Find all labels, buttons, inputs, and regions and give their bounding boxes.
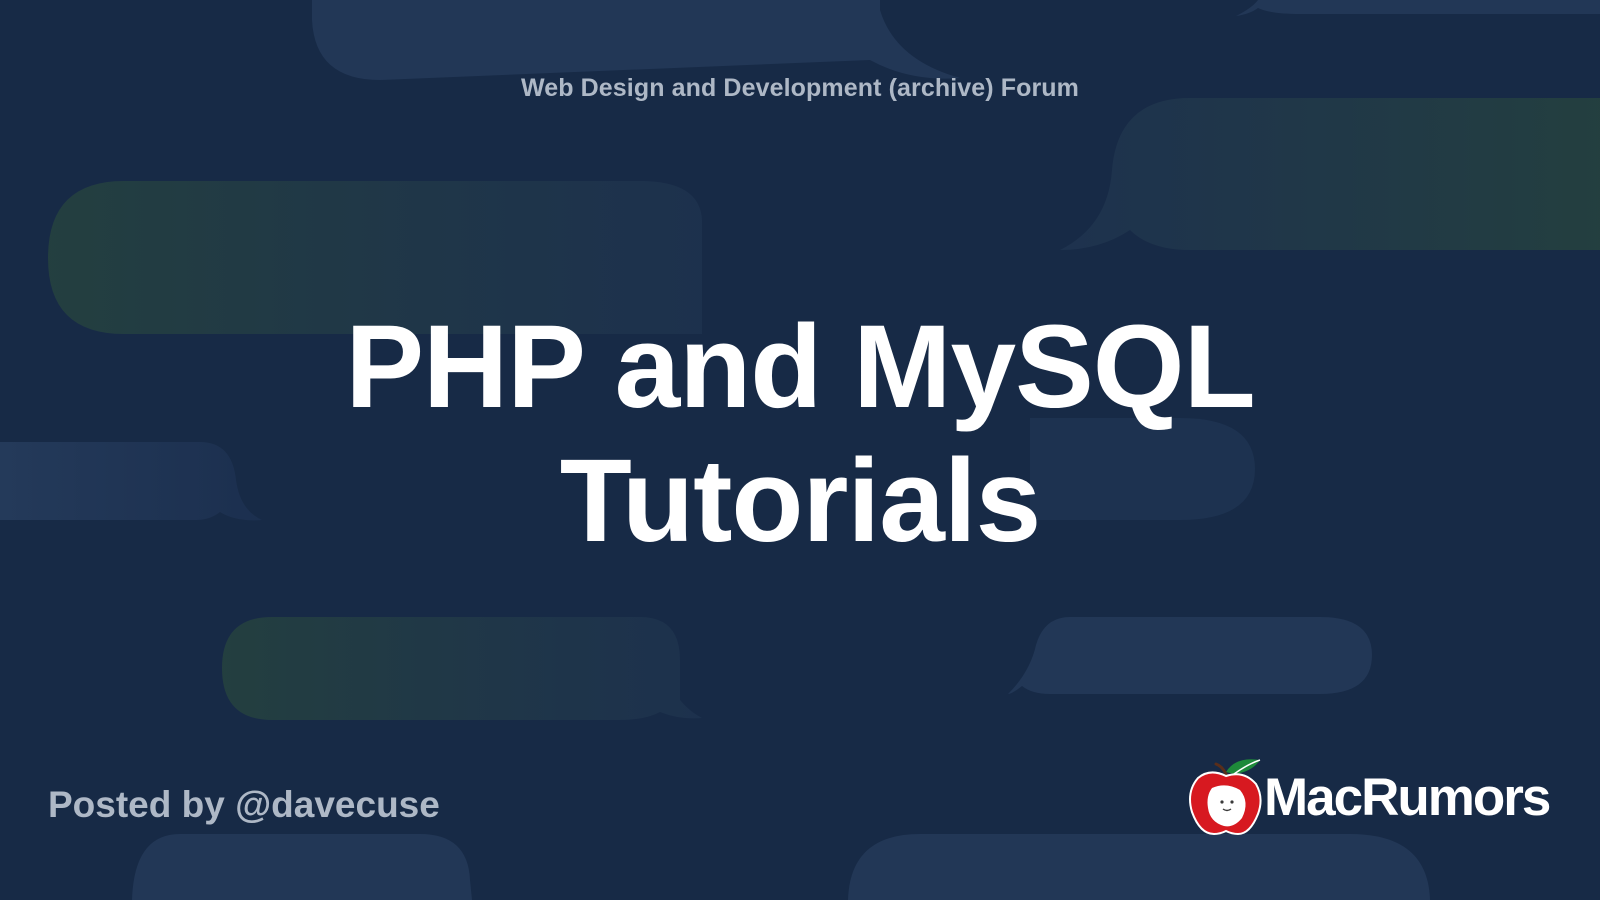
- macrumors-brand: MacRumors: [1186, 754, 1566, 838]
- macrumors-wordmark: MacRumors: [1264, 768, 1551, 827]
- bubble-bottom-left-teal: [222, 617, 702, 720]
- thread-title-line-1: PHP and MySQL: [345, 301, 1255, 433]
- bubble-top-center: [312, 0, 960, 80]
- bubble-bottom-right: [1008, 617, 1372, 694]
- bubble-right-teal: [1060, 98, 1600, 250]
- macrumors-apple-logo-icon: [1189, 759, 1262, 836]
- forum-name: Web Design and Development (archive) For…: [520, 74, 1079, 102]
- thread-share-card: Web Design and Development (archive) For…: [0, 0, 1600, 900]
- thread-title-line-2: Tutorials: [559, 435, 1042, 567]
- bubble-top-right: [1236, 0, 1600, 16]
- bubble-bottom-center-cut: [848, 834, 1430, 900]
- thread-title: PHP and MySQL Tutorials: [150, 300, 1450, 568]
- bubble-bottom-left-cut: [132, 834, 472, 900]
- posted-by-author: Posted by @davecuse: [48, 784, 440, 825]
